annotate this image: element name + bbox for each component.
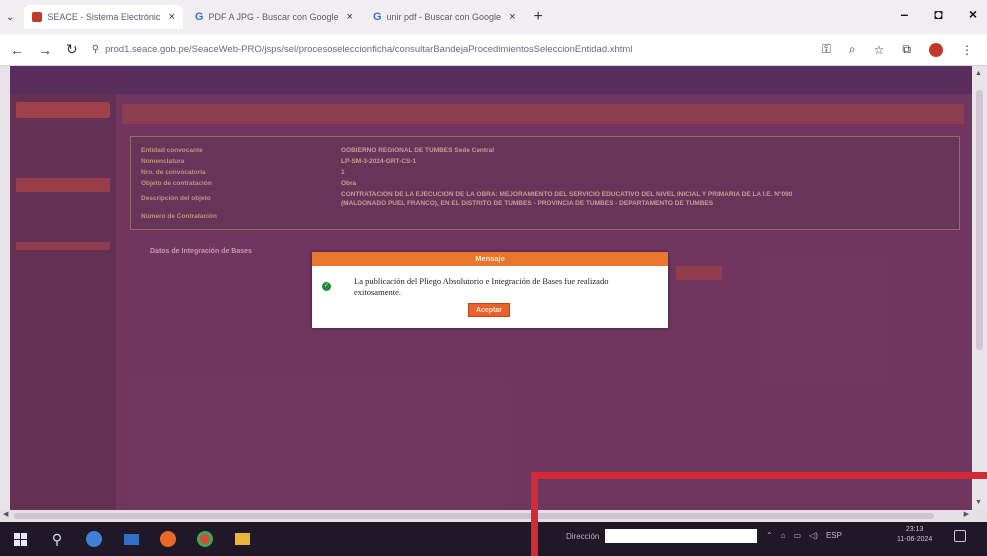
modal-message: La publicación del Pliego Absolutorio e … xyxy=(354,276,609,297)
web-page: Entidad convocante Nomenclatura Nro. de … xyxy=(10,66,972,510)
screen: ⌄ SEACE - Sistema Electrónic × G PDF A J… xyxy=(0,0,987,556)
tab-seace[interactable]: SEACE - Sistema Electrónic × xyxy=(24,5,183,29)
close-tab-icon[interactable]: × xyxy=(168,11,174,23)
google-favicon-icon: G xyxy=(194,11,204,23)
forward-arrow-icon[interactable]: → xyxy=(38,42,52,58)
tab-unir-pdf[interactable]: G unir pdf - Buscar con Google × xyxy=(365,5,524,29)
minimize-icon[interactable]: – xyxy=(901,6,909,22)
password-key-icon[interactable]: ⚿ xyxy=(822,42,831,57)
volume-icon[interactable]: ◁) xyxy=(809,531,818,540)
google-favicon-icon: G xyxy=(372,11,382,23)
address-bar-row: ← → ↻ ⚲ prod1.seace.gob.pe/SeaceWeb-PRO/… xyxy=(0,34,987,66)
extensions-puzzle-icon[interactable]: ⧉ xyxy=(902,42,911,57)
back-arrow-icon[interactable]: ← xyxy=(10,42,24,58)
tab-label: PDF A JPG - Buscar con Google xyxy=(208,12,339,22)
system-tray: ⌃ ⌂ ▭ ◁) ESP xyxy=(766,531,842,540)
success-check-icon: ✓ xyxy=(322,282,331,291)
menu-dots-icon[interactable]: ⋮ xyxy=(961,43,973,57)
scroll-left-icon[interactable]: ◀ xyxy=(3,510,8,518)
accept-button[interactable]: Aceptar xyxy=(468,303,510,317)
taskbar-clock[interactable]: 23:13 11-06-2024 xyxy=(897,525,932,545)
search-icon[interactable]: ⚲ xyxy=(47,529,67,549)
chrome-icon[interactable] xyxy=(195,529,215,549)
tray-chevron-icon[interactable]: ⌃ xyxy=(766,531,773,540)
battery-icon[interactable]: ▭ xyxy=(794,531,802,540)
address-toolbar-label: Dirección xyxy=(566,531,600,541)
network-icon[interactable]: ⌂ xyxy=(781,531,786,540)
tab-label: SEACE - Sistema Electrónic xyxy=(47,12,161,22)
window-controls: – ◘ × xyxy=(901,6,977,22)
notifications-icon[interactable] xyxy=(954,530,966,542)
windows-start-icon[interactable] xyxy=(10,529,30,549)
horizontal-scroll-thumb[interactable] xyxy=(14,513,934,519)
tab-label: unir pdf - Buscar con Google xyxy=(386,12,502,22)
url-text[interactable]: prod1.seace.gob.pe/SeaceWeb-PRO/jsps/sel… xyxy=(105,44,805,55)
taskbar-address-toolbar: Dirección xyxy=(566,529,758,543)
mail-icon[interactable] xyxy=(121,529,141,549)
address-bar-actions: ⚿ ⌕ ☆ ⧉ ⋮ xyxy=(822,42,973,57)
firefox-icon[interactable] xyxy=(158,529,178,549)
message-modal: Mensaje ✓ La publicación del Pliego Abso… xyxy=(312,252,668,328)
tab-pdf-jpg[interactable]: G PDF A JPG - Buscar con Google × xyxy=(187,5,361,29)
close-window-icon[interactable]: × xyxy=(969,6,977,22)
modal-title: Mensaje xyxy=(312,252,668,266)
close-tab-icon[interactable]: × xyxy=(347,11,353,23)
tab-search-chevron-icon[interactable]: ⌄ xyxy=(6,12,14,23)
vertical-scrollbar[interactable]: ▲ ▼ xyxy=(972,66,987,510)
scroll-up-icon[interactable]: ▲ xyxy=(975,70,982,77)
profile-avatar[interactable] xyxy=(929,42,943,57)
vertical-scroll-thumb[interactable] xyxy=(976,90,983,350)
modal-body: ✓ La publicación del Pliego Absolutorio … xyxy=(312,266,668,328)
horizontal-scrollbar[interactable]: ◀ ▶ xyxy=(0,510,987,522)
close-tab-icon[interactable]: × xyxy=(509,11,515,23)
app-icon[interactable] xyxy=(84,529,104,549)
scroll-down-icon[interactable]: ▼ xyxy=(975,499,982,506)
file-explorer-icon[interactable] xyxy=(232,529,252,549)
bookmark-star-icon[interactable]: ☆ xyxy=(874,43,885,57)
reload-icon[interactable]: ↻ xyxy=(66,41,78,58)
browser-tab-bar: ⌄ SEACE - Sistema Electrónic × G PDF A J… xyxy=(0,0,987,34)
maximize-icon[interactable]: ◘ xyxy=(934,6,942,22)
language-indicator[interactable]: ESP xyxy=(826,531,842,540)
zoom-icon[interactable]: ⌕ xyxy=(849,42,856,57)
new-tab-button[interactable]: + xyxy=(534,8,543,26)
seace-favicon-icon xyxy=(32,12,43,22)
site-settings-icon[interactable]: ⚲ xyxy=(92,44,99,55)
scroll-right-icon[interactable]: ▶ xyxy=(964,510,969,518)
clock-date: 11-06-2024 xyxy=(897,536,933,543)
clock-time: 23:13 xyxy=(905,526,924,533)
address-toolbar-input[interactable] xyxy=(605,529,758,543)
